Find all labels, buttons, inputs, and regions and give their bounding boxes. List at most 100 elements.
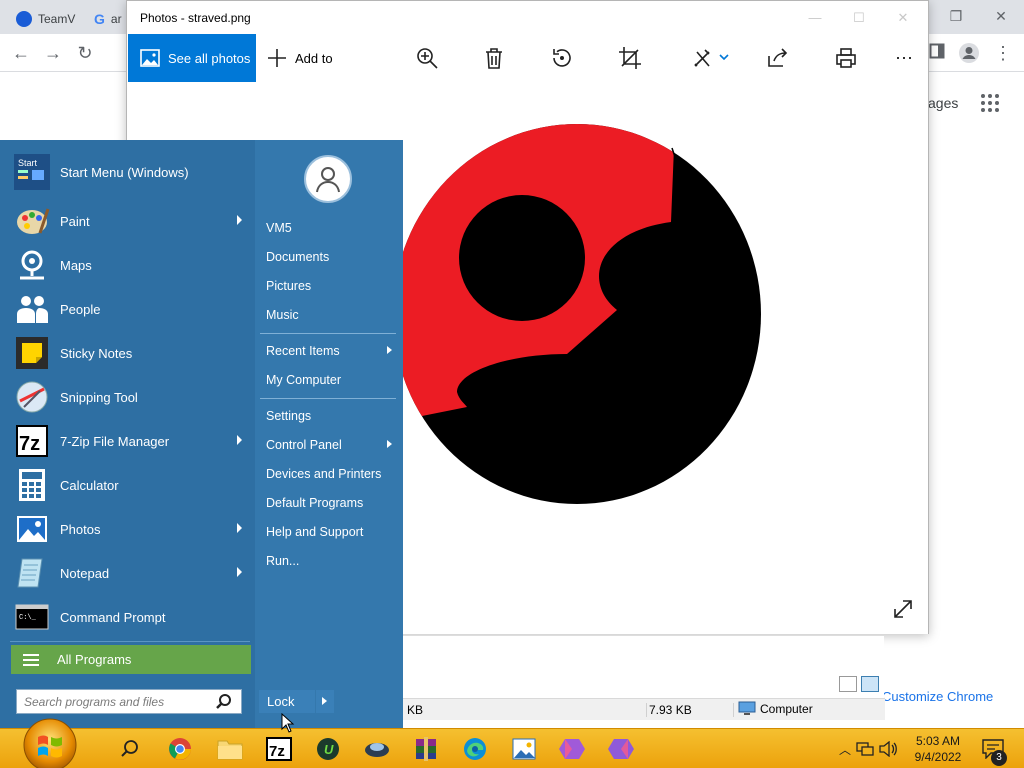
- user-avatar[interactable]: [304, 155, 352, 203]
- sm-item-label: Maps: [60, 257, 92, 273]
- sm-place-devices-printers[interactable]: Devices and Printers: [266, 463, 396, 485]
- system-tray: ︿: [838, 729, 898, 768]
- start-orb-icon[interactable]: [18, 717, 82, 768]
- chrome-menu-icon[interactable]: ⋮: [992, 42, 1014, 64]
- notepad-icon: [14, 555, 50, 591]
- sm-place-control-panel[interactable]: Control Panel: [266, 434, 396, 456]
- sm-place-help-support[interactable]: Help and Support: [266, 521, 396, 543]
- back-icon[interactable]: ←: [10, 42, 32, 64]
- sm-item-maps[interactable]: Maps: [10, 243, 250, 287]
- sm-item-label: Calculator: [60, 477, 119, 493]
- volume-icon[interactable]: [878, 741, 898, 757]
- reload-icon[interactable]: ↻: [74, 42, 96, 64]
- status-location: Computer: [738, 701, 813, 717]
- fullscreen-icon[interactable]: [892, 598, 914, 620]
- photos-close-button[interactable]: ✕: [883, 7, 923, 29]
- calculator-icon: [14, 467, 50, 503]
- svg-text:7z: 7z: [269, 743, 285, 760]
- app-icon-1[interactable]: [558, 735, 586, 763]
- chrome-tab-google[interactable]: G ar: [86, 4, 130, 34]
- search-icon[interactable]: [213, 691, 235, 713]
- seven-zip-icon[interactable]: 7z: [265, 735, 293, 763]
- sm-place-recent-items[interactable]: Recent Items: [266, 340, 396, 362]
- sm-place-settings[interactable]: Settings: [266, 405, 396, 427]
- clock-date: 9/4/2022: [914, 750, 962, 764]
- print-icon[interactable]: [834, 46, 858, 70]
- chevron-up-icon[interactable]: ︿: [838, 741, 852, 758]
- delete-icon[interactable]: [482, 46, 506, 70]
- submenu-arrow-icon: [387, 346, 392, 354]
- sm-place-default-programs[interactable]: Default Programs: [266, 492, 396, 514]
- sm-item-label: Start Menu (Windows): [60, 164, 189, 180]
- sm-item-command-prompt[interactable]: C:\_ Command Prompt: [10, 595, 250, 639]
- images-link[interactable]: ages: [928, 95, 958, 111]
- sm-place-run[interactable]: Run...: [266, 550, 396, 572]
- photos-window-title: Photos - straved.png: [140, 11, 251, 25]
- start-menu-icon: Start: [14, 154, 50, 190]
- sm-item-label: Command Prompt: [60, 609, 166, 625]
- view-mode-toggle: [839, 676, 879, 692]
- preview-view-icon[interactable]: [861, 676, 879, 692]
- svg-text:7z: 7z: [19, 433, 40, 455]
- sm-place-my-computer[interactable]: My Computer: [266, 369, 396, 391]
- add-to-button[interactable]: Add to: [267, 34, 333, 82]
- sm-place-music[interactable]: Music: [266, 304, 396, 326]
- chrome-tab-teamviewer[interactable]: TeamV: [8, 4, 83, 34]
- photos-icon[interactable]: [510, 735, 538, 763]
- sm-item-snipping-tool[interactable]: Snipping Tool: [10, 375, 250, 419]
- status-size-right: 7.93 KB: [649, 703, 692, 717]
- side-panel-icon[interactable]: [926, 42, 948, 64]
- profile-icon[interactable]: [958, 42, 980, 64]
- sm-item-7zip[interactable]: 7z 7-Zip File Manager: [10, 419, 250, 463]
- google-apps-icon[interactable]: [981, 94, 999, 112]
- search-icon[interactable]: [116, 735, 144, 763]
- sm-item-people[interactable]: People: [10, 287, 250, 331]
- lock-button[interactable]: Lock: [259, 690, 315, 713]
- sm-item-label: People: [60, 301, 101, 317]
- svg-text:U: U: [324, 742, 334, 757]
- crop-icon[interactable]: [618, 46, 642, 70]
- photos-minimize-button[interactable]: —: [795, 7, 835, 29]
- network-icon[interactable]: [856, 741, 874, 757]
- upwork-icon[interactable]: U: [314, 735, 342, 763]
- sm-item-paint[interactable]: Paint: [10, 199, 250, 243]
- sm-item-label: 7-Zip File Manager: [60, 433, 170, 449]
- zoom-in-icon[interactable]: [415, 46, 439, 70]
- chrome-restore-button[interactable]: ❐: [938, 4, 974, 28]
- edge-icon[interactable]: [461, 735, 489, 763]
- power-options-arrow-button[interactable]: [316, 690, 334, 713]
- sm-item-label: Snipping Tool: [60, 389, 138, 405]
- chrome-close-button[interactable]: ✕: [983, 4, 1019, 28]
- taskbar-clock[interactable]: 5:03 AM 9/4/2022: [905, 733, 971, 765]
- file-explorer-icon[interactable]: [216, 735, 244, 763]
- share-icon[interactable]: [766, 46, 790, 70]
- sm-item-calculator[interactable]: Calculator: [10, 463, 250, 507]
- sm-item-photos[interactable]: Photos: [10, 507, 250, 551]
- more-icon[interactable]: ⋯: [892, 46, 916, 70]
- photos-toolbar: See all photos Add to ⋯: [127, 34, 928, 82]
- sm-place-pictures[interactable]: Pictures: [266, 275, 396, 297]
- status-strip: KB 7.93 KB Computer: [391, 698, 885, 720]
- see-all-photos-button[interactable]: See all photos: [128, 34, 256, 82]
- edit-icon[interactable]: [691, 46, 731, 70]
- winrar-icon[interactable]: [412, 735, 440, 763]
- google-icon: G: [94, 11, 105, 27]
- all-programs-button[interactable]: All Programs: [11, 645, 251, 674]
- photos-maximize-button[interactable]: ☐: [839, 7, 879, 29]
- customize-chrome-link[interactable]: Customize Chrome: [882, 689, 993, 704]
- sm-item-start-menu[interactable]: Start Start Menu (Windows): [10, 150, 250, 194]
- sm-item-notepad[interactable]: Notepad: [10, 551, 250, 595]
- details-view-icon[interactable]: [839, 676, 857, 692]
- submenu-arrow-icon: [237, 523, 242, 533]
- chrome-icon[interactable]: [166, 735, 194, 763]
- search-programs-input[interactable]: [17, 690, 213, 713]
- sm-place-user[interactable]: VM5: [266, 217, 396, 239]
- forward-icon[interactable]: →: [42, 42, 64, 64]
- vpn-icon[interactable]: [363, 735, 391, 763]
- see-all-photos-label: See all photos: [168, 50, 251, 66]
- sm-place-documents[interactable]: Documents: [266, 246, 396, 268]
- rotate-icon[interactable]: [550, 46, 574, 70]
- app-icon-2[interactable]: [607, 735, 635, 763]
- clock-time: 5:03 AM: [915, 734, 961, 748]
- sm-item-sticky-notes[interactable]: Sticky Notes: [10, 331, 250, 375]
